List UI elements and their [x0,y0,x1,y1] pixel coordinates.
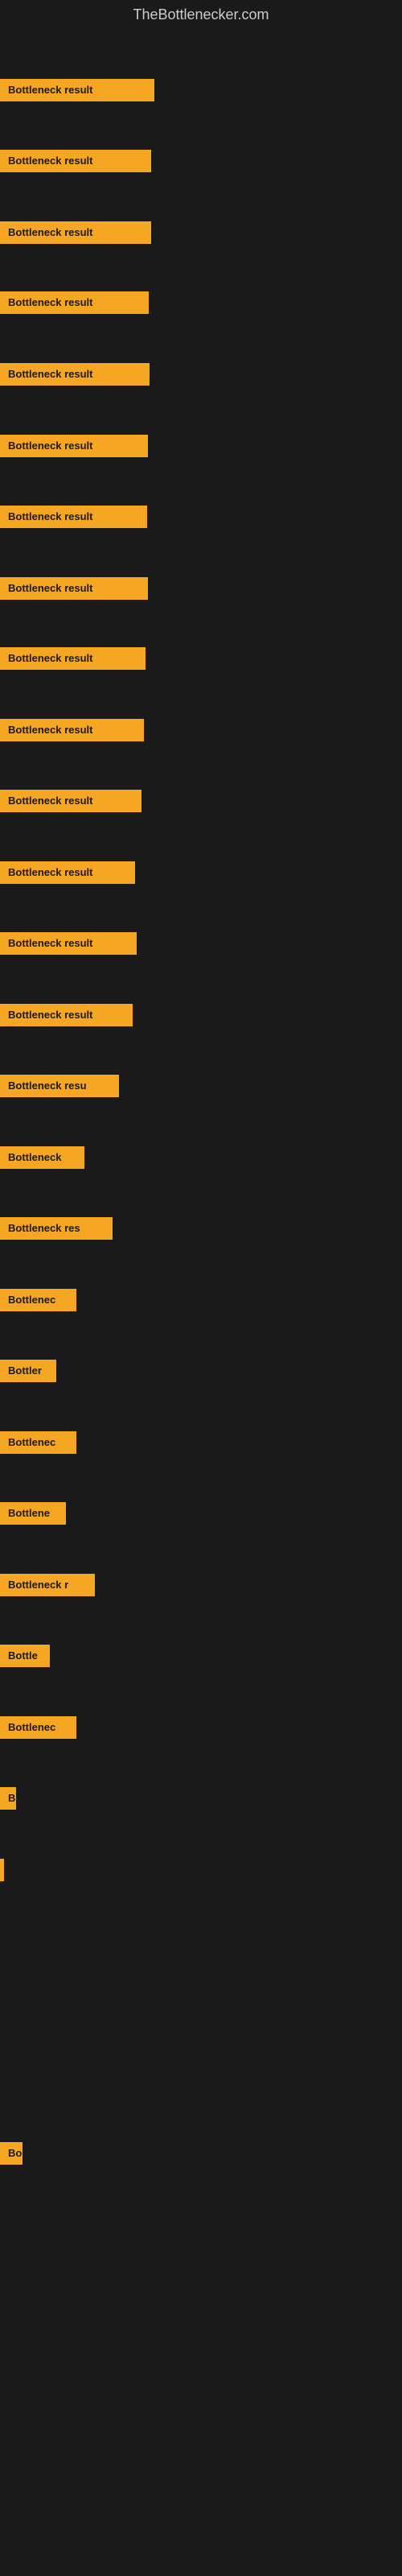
bottleneck-label-11: Bottleneck result [0,790,142,812]
bottleneck-item-1: Bottleneck result [0,79,154,101]
bottleneck-item-10: Bottleneck result [0,719,144,741]
bottleneck-item-11: Bottleneck result [0,790,142,812]
bottleneck-item-7: Bottleneck result [0,506,147,528]
bottleneck-label-9: Bottleneck result [0,647,146,670]
bottleneck-item-6: Bottleneck result [0,435,148,457]
bottleneck-label-21: Bottlene [0,1502,66,1525]
bottleneck-item-22: Bottleneck r [0,1574,95,1596]
bottleneck-item-24: Bottlenec [0,1716,76,1739]
bottleneck-label-2: Bottleneck result [0,150,151,172]
bottleneck-item-26 [0,1859,4,1881]
bottleneck-label-14: Bottleneck result [0,1004,133,1026]
bottleneck-item-20: Bottlenec [0,1431,76,1454]
bottleneck-label-17: Bottleneck res [0,1217,113,1240]
bottleneck-item-18: Bottlenec [0,1289,76,1311]
bottleneck-item-15: Bottleneck resu [0,1075,119,1097]
bottleneck-label-15: Bottleneck resu [0,1075,119,1097]
bottleneck-label-20: Bottlenec [0,1431,76,1454]
bottleneck-label-23: Bottle [0,1645,50,1667]
bottleneck-item-13: Bottleneck result [0,932,137,955]
bottleneck-item-9: Bottleneck result [0,647,146,670]
bottleneck-item-4: Bottleneck result [0,291,149,314]
bottleneck-label-12: Bottleneck result [0,861,135,884]
bottleneck-label-18: Bottlenec [0,1289,76,1311]
bottleneck-item-27: Bo [0,2142,23,2165]
bottleneck-item-16: Bottleneck [0,1146,84,1169]
bottleneck-list: Bottleneck result Bottleneck result Bottle… [0,33,402,2569]
bottleneck-label-19: Bottler [0,1360,56,1382]
bottleneck-label-1: Bottleneck result [0,79,154,101]
bottleneck-label-5: Bottleneck result [0,363,150,386]
bottleneck-label-4: Bottleneck result [0,291,149,314]
bottleneck-item-21: Bottlene [0,1502,66,1525]
bottleneck-label-22: Bottleneck r [0,1574,95,1596]
bottleneck-item-3: Bottleneck result [0,221,151,244]
bottleneck-label-24: Bottlenec [0,1716,76,1739]
bottleneck-item-8: Bottleneck result [0,577,148,600]
bottleneck-label-16: Bottleneck [0,1146,84,1169]
bottleneck-label-7: Bottleneck result [0,506,147,528]
bottleneck-item-23: Bottle [0,1645,50,1667]
bottleneck-item-2: Bottleneck result [0,150,151,172]
bottleneck-label-8: Bottleneck result [0,577,148,600]
bottleneck-label-10: Bottleneck result [0,719,144,741]
site-title: TheBottlenecker.com [0,0,402,33]
bottleneck-item-17: Bottleneck res [0,1217,113,1240]
bottleneck-label-13: Bottleneck result [0,932,137,955]
bottleneck-item-19: Bottler [0,1360,56,1382]
bottleneck-item-25: B [0,1787,16,1810]
bottleneck-label-27: Bo [0,2142,23,2165]
page-wrapper: TheBottlenecker.com Bottleneck resultBot… [0,0,402,2569]
bottleneck-item-5: Bottleneck result [0,363,150,386]
bottleneck-label-3: Bottleneck result [0,221,151,244]
bottleneck-item-12: Bottleneck result [0,861,135,884]
site-title-container: TheBottlenecker.com [0,0,402,33]
bottleneck-item-14: Bottleneck result [0,1004,133,1026]
bottleneck-label-25: B [0,1787,16,1810]
bottleneck-label-6: Bottleneck result [0,435,148,457]
